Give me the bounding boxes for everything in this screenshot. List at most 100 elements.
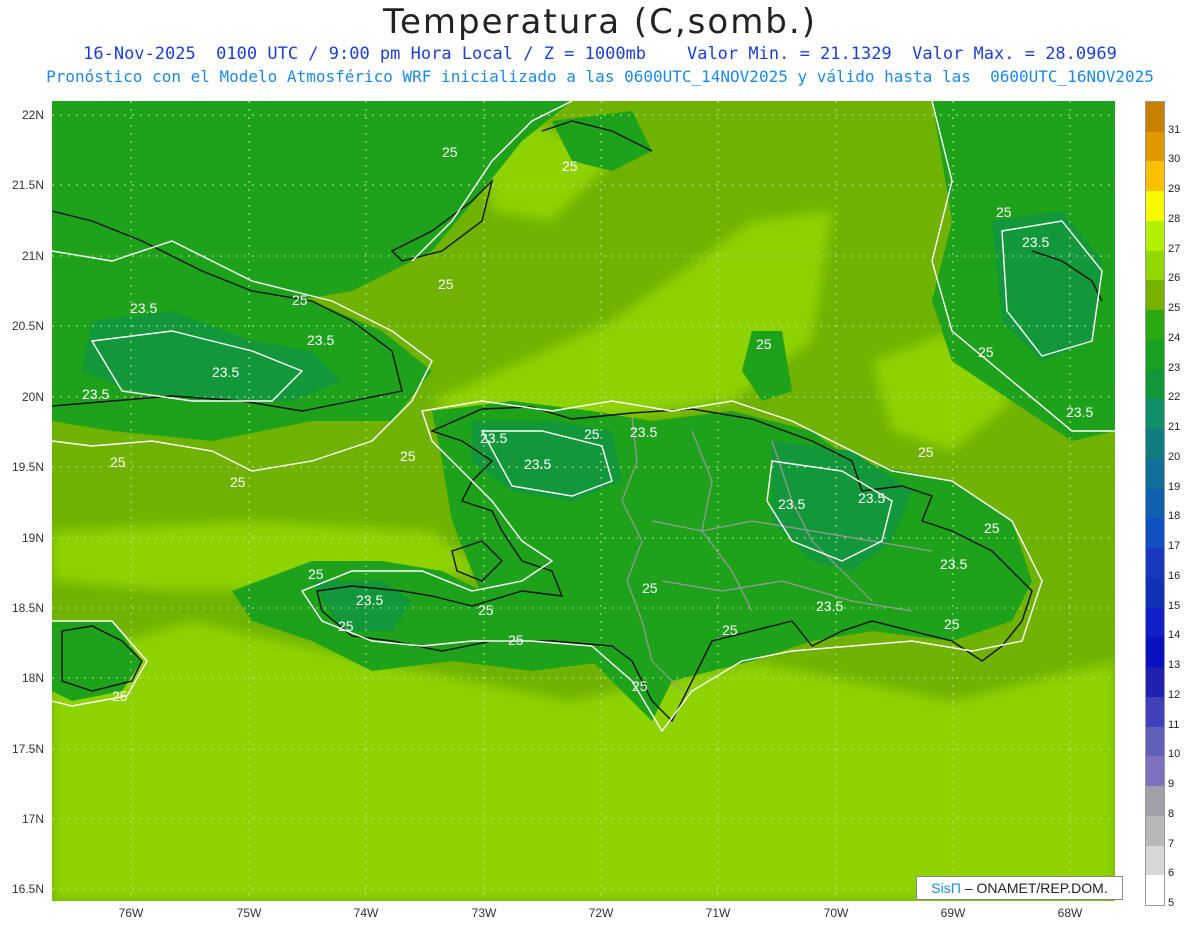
lat-label: 21N bbox=[21, 249, 44, 263]
contour-label: 25 bbox=[944, 616, 960, 632]
color-scale-label: 14 bbox=[1168, 629, 1181, 642]
color-scale-label: 27 bbox=[1168, 242, 1181, 255]
color-scale-label: 29 bbox=[1168, 183, 1181, 196]
contour-label: 23.5 bbox=[82, 386, 109, 402]
credit-organization: – ONAMET/REP.DOM. bbox=[964, 880, 1108, 896]
contour-label: 23.5 bbox=[1066, 404, 1093, 420]
contour-label: 23.5 bbox=[630, 424, 657, 440]
lon-label: 74W bbox=[353, 906, 379, 920]
color-scale-label: 9 bbox=[1168, 778, 1175, 791]
contour-label: 23.5 bbox=[778, 496, 805, 512]
color-scale-label: 20 bbox=[1168, 450, 1181, 463]
contour-label: 25 bbox=[478, 602, 494, 618]
lat-label: 18.5N bbox=[11, 601, 44, 615]
color-scale-swatch bbox=[1146, 102, 1164, 133]
color-scale-swatch bbox=[1146, 518, 1164, 549]
lat-label: 17N bbox=[21, 812, 44, 826]
lon-label: 68W bbox=[1057, 906, 1083, 920]
color-scale-label: 11 bbox=[1168, 718, 1180, 731]
contour-label: 25 bbox=[442, 144, 458, 160]
contour-label: 25 bbox=[562, 158, 578, 174]
color-scale-swatch bbox=[1146, 548, 1164, 579]
color-scale-label: 19 bbox=[1168, 480, 1181, 493]
contour-label: 25 bbox=[722, 622, 738, 638]
lon-label: 70W bbox=[823, 906, 849, 920]
contour-label: 23.5 bbox=[212, 364, 239, 380]
color-scale-swatch bbox=[1146, 637, 1164, 668]
lon-label: 76W bbox=[118, 906, 144, 920]
color-scale-label: 12 bbox=[1168, 688, 1181, 701]
color-scale-swatch bbox=[1146, 726, 1164, 757]
color-scale-swatch bbox=[1146, 250, 1164, 281]
color-scale-swatch bbox=[1146, 399, 1164, 430]
map-subtitle-model-info: Pronóstico con el Modelo Atmosférico WRF… bbox=[46, 67, 1154, 86]
color-scale-swatch bbox=[1146, 280, 1164, 311]
color-scale-bar bbox=[1145, 101, 1165, 906]
color-scale-label: 22 bbox=[1168, 391, 1181, 404]
color-scale-label: 8 bbox=[1168, 807, 1175, 820]
contour-label: 25 bbox=[978, 344, 994, 360]
lon-label: 71W bbox=[705, 906, 731, 920]
contour-label: 25 bbox=[112, 688, 128, 704]
color-scale-swatch bbox=[1146, 220, 1164, 252]
temperature-map: 25 25 25 25 23.5 23.5 23.5 23.5 25 25 25… bbox=[52, 101, 1115, 901]
contour-label: 25 bbox=[756, 336, 772, 352]
color-scale-label: 7 bbox=[1168, 837, 1175, 850]
lon-label: 75W bbox=[236, 906, 262, 920]
color-scale-swatch bbox=[1146, 815, 1164, 846]
contour-label: 25 bbox=[584, 426, 600, 442]
contour-label: 23.5 bbox=[524, 456, 551, 472]
color-scale-label: 13 bbox=[1168, 659, 1181, 672]
contour-label: 25 bbox=[996, 204, 1012, 220]
map-title: Temperatura (C,somb.) bbox=[383, 2, 817, 42]
color-scale-swatch bbox=[1146, 369, 1164, 400]
color-scale-label: 25 bbox=[1168, 302, 1181, 315]
color-scale-swatch bbox=[1146, 577, 1164, 609]
color-scale-label: 15 bbox=[1168, 599, 1181, 612]
contour-label: 25 bbox=[508, 632, 524, 648]
credit-box: SisΠ – ONAMET/REP.DOM. bbox=[916, 876, 1123, 900]
color-scale-swatch bbox=[1146, 607, 1164, 638]
color-scale-swatch bbox=[1146, 786, 1164, 817]
contour-label: 25 bbox=[632, 678, 648, 694]
color-scale-swatch bbox=[1146, 131, 1164, 162]
color-scale-label: 28 bbox=[1168, 212, 1181, 225]
color-scale-label: 21 bbox=[1168, 421, 1181, 434]
color-scale-swatch bbox=[1146, 845, 1164, 876]
color-scale-swatch bbox=[1146, 667, 1164, 698]
contour-label: 25 bbox=[230, 474, 246, 490]
color-scale-swatch bbox=[1146, 310, 1164, 341]
lon-label: 73W bbox=[471, 906, 497, 920]
color-scale-swatch bbox=[1146, 696, 1164, 728]
lat-label: 19.5N bbox=[11, 460, 44, 474]
contour-label: 23.5 bbox=[130, 300, 157, 316]
contour-label: 25 bbox=[642, 580, 658, 596]
color-scale-label: 23 bbox=[1168, 361, 1181, 374]
lat-label: 19N bbox=[21, 531, 44, 545]
lat-label: 22N bbox=[21, 108, 44, 122]
contour-label: 23.5 bbox=[307, 332, 334, 348]
contour-label: 25 bbox=[438, 276, 454, 292]
credit-brand: SisΠ bbox=[931, 880, 961, 896]
contour-label: 25 bbox=[984, 520, 1000, 536]
color-scale-swatch bbox=[1146, 429, 1164, 460]
color-scale-label: 5 bbox=[1168, 897, 1175, 909]
map-subtitle-valid-time: 16-Nov-2025 0100 UTC / 9:00 pm Hora Loca… bbox=[83, 44, 1117, 64]
color-scale-label: 6 bbox=[1168, 867, 1175, 880]
color-scale-label: 26 bbox=[1168, 272, 1181, 285]
color-scale-swatch bbox=[1146, 488, 1164, 519]
contour-label: 25 bbox=[308, 566, 324, 582]
color-scale-label: 30 bbox=[1168, 153, 1181, 166]
color-scale-label: 17 bbox=[1168, 540, 1181, 553]
contour-label: 23.5 bbox=[356, 592, 383, 608]
lat-label: 20N bbox=[21, 390, 44, 404]
contour-label: 23.5 bbox=[480, 430, 507, 446]
lat-label: 18N bbox=[21, 671, 44, 685]
lon-label: 69W bbox=[940, 906, 966, 920]
contour-label: 25 bbox=[110, 454, 126, 470]
contour-label: 25 bbox=[400, 448, 416, 464]
color-scale-label: 18 bbox=[1168, 510, 1181, 523]
lat-label: 21.5N bbox=[11, 178, 44, 192]
lat-label: 17.5N bbox=[11, 742, 44, 756]
contour-label: 23.5 bbox=[816, 598, 843, 614]
